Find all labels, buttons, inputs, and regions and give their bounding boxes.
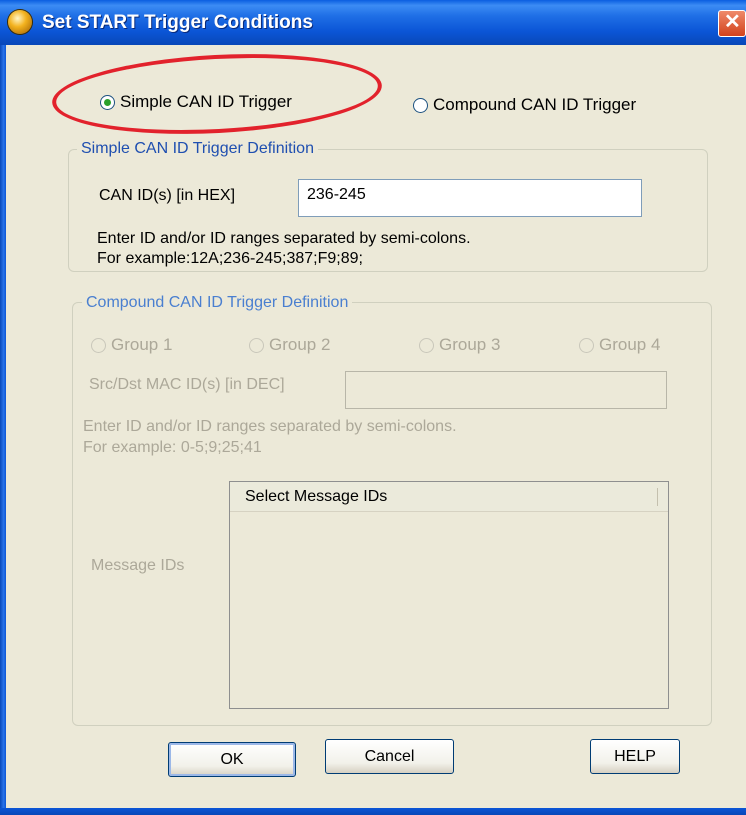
close-button[interactable]: ✕ <box>718 10 746 37</box>
radio-unchecked-icon <box>413 97 428 113</box>
simple-hint-line1: Enter ID and/or ID ranges separated by s… <box>97 230 471 247</box>
group-3-label: Group 3 <box>439 335 501 354</box>
group-1-label: Group 1 <box>111 335 173 354</box>
compound-trigger-label: Compound CAN ID Trigger <box>433 95 637 114</box>
compound-hint-line1: Enter ID and/or ID ranges separated by s… <box>83 418 457 435</box>
group-1-radio[interactable]: Group 1 <box>91 335 172 355</box>
message-ids-label: Message IDs <box>91 557 185 574</box>
simple-hint-line2: For example:12A;236-245;387;F9;89; <box>97 250 363 267</box>
dialog-window: Set START Trigger Conditions ✕ Simple CA… <box>0 0 746 815</box>
annotation-ellipse <box>50 46 384 142</box>
mac-id-label: Src/Dst MAC ID(s) [in DEC] <box>89 376 285 393</box>
message-ids-column-header[interactable]: Select Message IDs <box>230 482 668 512</box>
radio-unchecked-icon <box>419 337 434 353</box>
radio-unchecked-icon <box>579 337 594 353</box>
message-ids-header-label: Select Message IDs <box>245 488 388 505</box>
group-4-label: Group 4 <box>599 335 661 354</box>
window-frame-left <box>0 45 6 815</box>
can-id-input[interactable]: 236-245 <box>298 179 642 217</box>
close-icon: ✕ <box>724 11 741 33</box>
column-resize-handle[interactable] <box>657 488 658 506</box>
compound-group-legend: Compound CAN ID Trigger Definition <box>82 294 353 312</box>
can-id-label: CAN ID(s) [in HEX] <box>99 187 236 204</box>
radio-unchecked-icon <box>91 337 106 353</box>
compound-trigger-radio[interactable]: Compound CAN ID Trigger <box>413 95 636 115</box>
message-ids-list[interactable]: Select Message IDs <box>229 481 669 709</box>
simple-group-legend: Simple CAN ID Trigger Definition <box>77 140 318 158</box>
group-2-label: Group 2 <box>269 335 331 354</box>
group-4-radio[interactable]: Group 4 <box>579 335 660 355</box>
title-bar[interactable]: Set START Trigger Conditions ✕ <box>0 0 746 45</box>
group-3-radio[interactable]: Group 3 <box>419 335 500 355</box>
window-frame-bottom <box>0 808 746 815</box>
group-2-radio[interactable]: Group 2 <box>249 335 330 355</box>
cancel-button[interactable]: Cancel <box>325 739 454 774</box>
ok-button[interactable]: OK <box>168 742 296 777</box>
compound-hint-line2: For example: 0-5;9;25;41 <box>83 439 262 456</box>
mac-id-input[interactable] <box>345 371 667 409</box>
radio-unchecked-icon <box>249 337 264 353</box>
help-button[interactable]: HELP <box>590 739 680 774</box>
window-title: Set START Trigger Conditions <box>42 12 313 33</box>
app-icon <box>8 10 32 34</box>
